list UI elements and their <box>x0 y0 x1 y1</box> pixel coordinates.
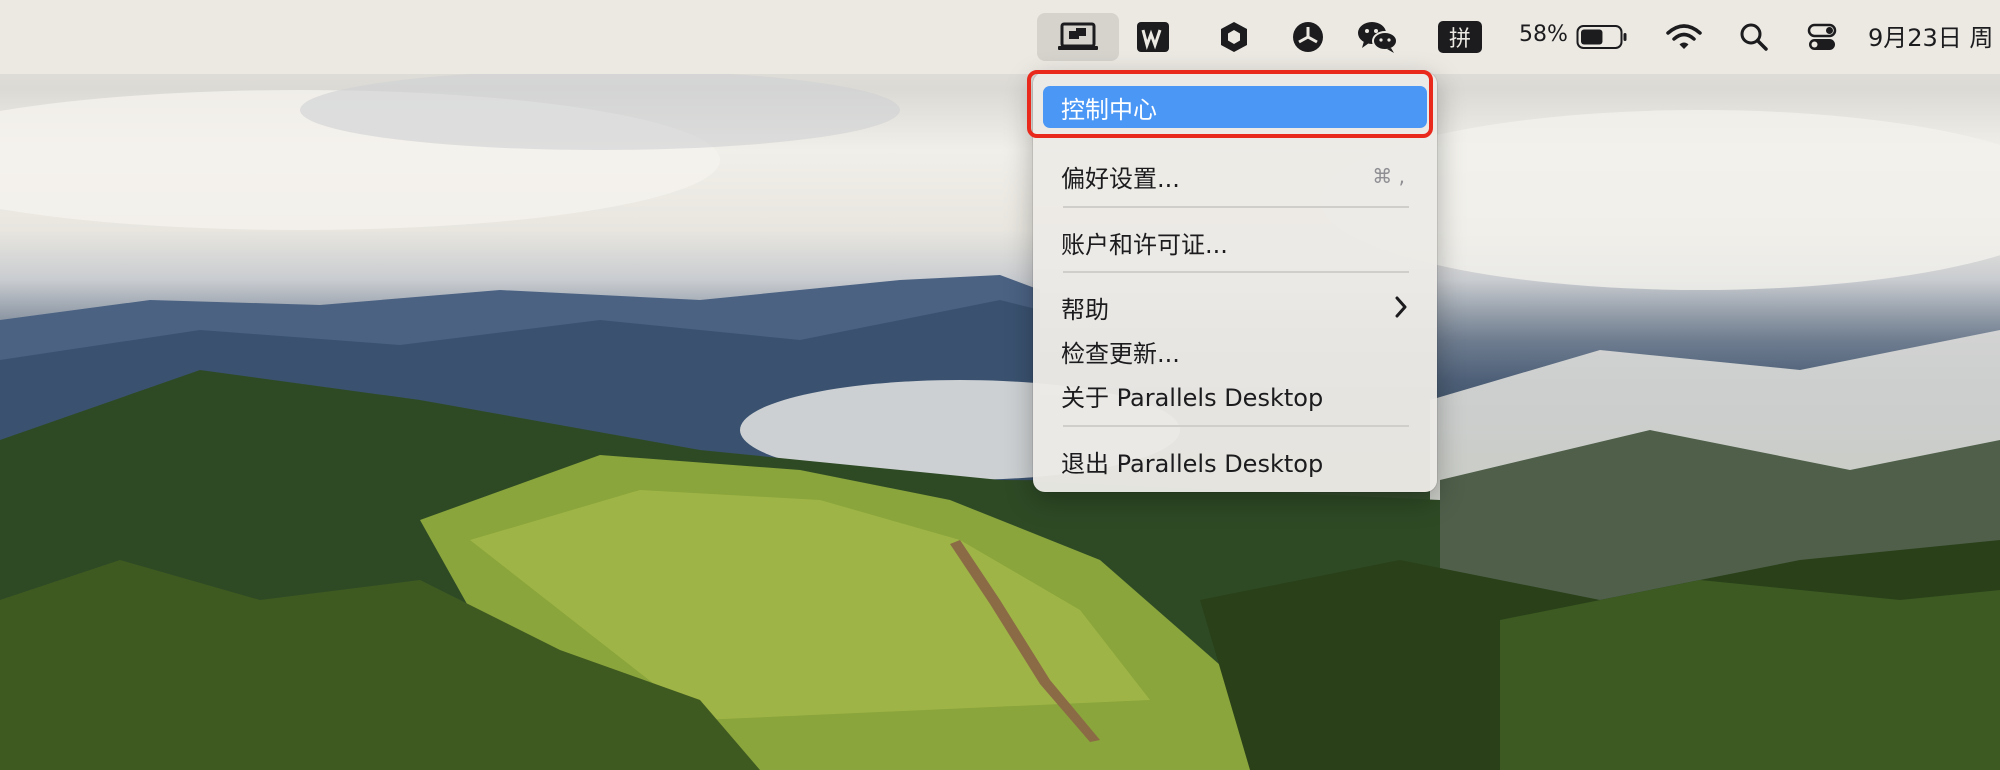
chevron-right-icon <box>1395 296 1407 318</box>
menu-item-label: 账户和许可证... <box>1061 230 1228 259</box>
menu-bar: 拼 58% 9月23日 周 <box>0 0 2000 74</box>
wechat-menubar-button[interactable] <box>1355 13 1401 61</box>
search-icon <box>1740 23 1768 51</box>
wallpaper <box>0 70 2000 770</box>
parallels-icon <box>1058 22 1098 50</box>
wifi-icon <box>1666 24 1702 49</box>
wps-menubar-button[interactable] <box>1133 13 1173 61</box>
menu-item-label: 检查更新... <box>1061 339 1180 368</box>
battery-icon <box>1576 25 1627 49</box>
hexagon-app-menubar-button[interactable] <box>1216 13 1252 61</box>
wechat-icon <box>1358 22 1398 53</box>
desktop: 拼 58% 9月23日 周 控制中心 偏好设置... ⌘ , 账户和许可证...… <box>0 0 2000 770</box>
battery-percent: 58% <box>1519 22 1568 47</box>
menu-separator <box>1063 206 1409 208</box>
menu-item-check-updates[interactable]: 检查更新... <box>1043 331 1427 371</box>
menu-item-help[interactable]: 帮助 <box>1043 287 1427 327</box>
parallels-menubar-button[interactable] <box>1037 13 1119 61</box>
menu-item-preferences[interactable]: 偏好设置... ⌘ , <box>1043 156 1427 196</box>
control-center-icon <box>1807 23 1837 50</box>
hexagon-app-icon <box>1221 22 1247 52</box>
menu-item-label: 帮助 <box>1061 295 1109 324</box>
aperture-app-icon <box>1293 22 1323 52</box>
menubar-clock[interactable]: 9月23日 周 <box>1868 18 1993 53</box>
menu-item-label: 关于 Parallels Desktop <box>1061 383 1324 412</box>
input-method-menubar-button[interactable]: 拼 <box>1438 13 1482 61</box>
battery-level-fill <box>1581 29 1603 45</box>
spotlight-menubar-button[interactable] <box>1736 13 1772 61</box>
aperture-app-menubar-button[interactable] <box>1288 13 1328 61</box>
input-method-icon: 拼 <box>1438 21 1482 53</box>
menu-item-label: 偏好设置... <box>1061 164 1180 193</box>
menu-separator <box>1063 425 1409 427</box>
control-center-menubar-button[interactable] <box>1804 13 1840 61</box>
battery-menubar-button[interactable] <box>1576 13 1628 61</box>
highlight-annotation-box <box>1027 70 1433 138</box>
menu-item-shortcut: ⌘ , <box>1372 164 1405 188</box>
menu-item-quit[interactable]: 退出 Parallels Desktop <box>1043 441 1427 481</box>
menu-item-account-license[interactable]: 账户和许可证... <box>1043 222 1427 262</box>
menu-item-about[interactable]: 关于 Parallels Desktop <box>1043 375 1427 415</box>
wps-icon <box>1137 22 1169 52</box>
wifi-menubar-button[interactable] <box>1664 13 1704 61</box>
menu-separator <box>1063 271 1409 273</box>
menu-item-label: 退出 Parallels Desktop <box>1061 449 1324 478</box>
